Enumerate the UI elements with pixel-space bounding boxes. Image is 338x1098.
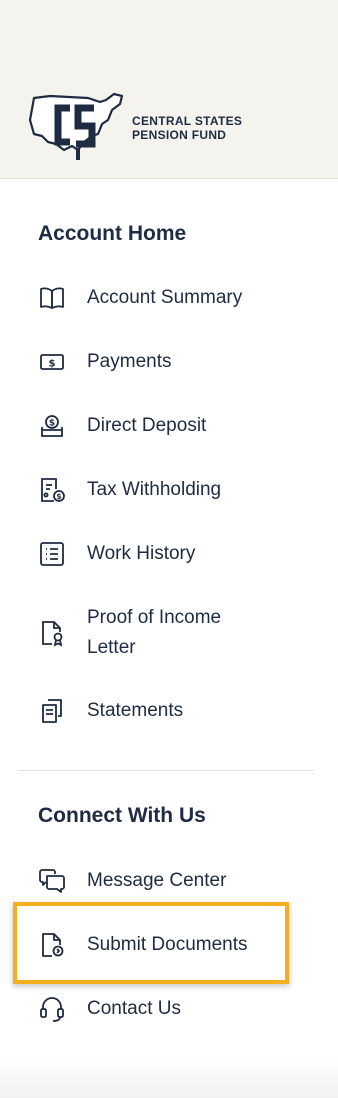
header: CENTRAL STATES PENSION FUND: [0, 0, 338, 179]
documents-icon: [38, 697, 66, 725]
tax-document-icon: $: [38, 476, 66, 504]
nav-item-tax-withholding[interactable]: $ Tax Withholding: [38, 475, 308, 505]
nav-item-direct-deposit[interactable]: $ Direct Deposit: [38, 411, 308, 441]
nav-label: Message Center: [87, 870, 227, 891]
nav-item-submit-documents[interactable]: Submit Documents: [38, 930, 308, 960]
bottom-fade: [0, 1058, 338, 1098]
svg-text:$: $: [49, 419, 55, 429]
csf-logo-icon[interactable]: [28, 90, 128, 166]
nav-label: Account Summary: [87, 287, 243, 308]
svg-text:$: $: [56, 492, 61, 501]
document-upload-icon: [38, 931, 66, 959]
nav-label: Proof of Income Letter: [87, 607, 222, 658]
nav-label: Contact Us: [87, 998, 181, 1019]
open-book-icon: [38, 284, 66, 312]
section-title-account-home: Account Home: [38, 222, 187, 245]
brand-name: CENTRAL STATES PENSION FUND: [132, 114, 242, 142]
section-divider: [18, 770, 314, 771]
nav-item-message-center[interactable]: Message Center: [38, 866, 308, 896]
svg-text:$: $: [49, 359, 56, 370]
nav-label: Tax Withholding: [87, 479, 222, 500]
section-title-connect-with-us: Connect With Us: [38, 804, 206, 827]
headset-icon: [38, 995, 66, 1023]
deposit-coin-icon: $: [38, 412, 66, 440]
brand-line-1: CENTRAL STATES: [132, 114, 243, 128]
nav-item-statements[interactable]: Statements: [38, 696, 308, 726]
dollar-bill-icon: $: [38, 348, 66, 376]
list-icon: [38, 540, 66, 568]
brand-line-2: PENSION FUND: [132, 128, 227, 142]
nav-item-payments[interactable]: $ Payments: [38, 347, 308, 377]
nav-item-proof-of-income-letter[interactable]: Proof of Income Letter: [38, 603, 308, 663]
nav-label: Statements: [87, 700, 184, 721]
nav-label: Work History: [87, 543, 196, 564]
certified-document-icon: [38, 619, 66, 647]
nav-label: Submit Documents: [87, 934, 248, 955]
nav-label: Direct Deposit: [87, 415, 207, 436]
nav-item-contact-us[interactable]: Contact Us: [38, 994, 308, 1024]
nav-label: Payments: [87, 351, 172, 372]
chat-bubbles-icon: [38, 867, 66, 895]
nav-item-account-summary[interactable]: Account Summary: [38, 283, 308, 313]
nav-item-work-history[interactable]: Work History: [38, 539, 308, 569]
